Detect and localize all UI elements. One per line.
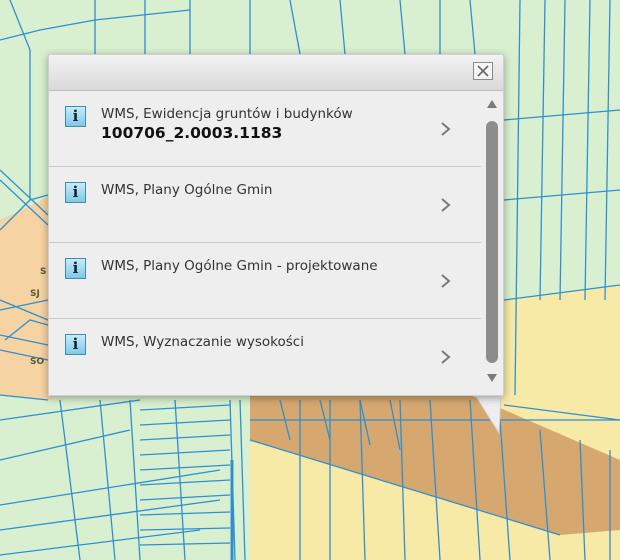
list-item-plany-projektowane[interactable]: i WMS, Plany Ogólne Gmin - projektowane — [49, 243, 481, 319]
map-label-sj: SJ — [30, 289, 40, 299]
chevron-right-icon[interactable] — [439, 197, 451, 213]
map-label-s: S — [40, 267, 46, 277]
popup-pointer — [475, 395, 501, 435]
close-button[interactable] — [473, 62, 493, 80]
popup-header — [49, 55, 503, 91]
scroll-down-icon[interactable] — [486, 373, 498, 383]
info-icon: i — [65, 334, 86, 355]
layer-list[interactable]: i WMS, Ewidencja gruntów i budynków 1007… — [49, 91, 481, 395]
list-item-title: WMS, Ewidencja gruntów i budynków — [101, 106, 353, 122]
scrollbar[interactable] — [481, 91, 503, 395]
list-item-title: WMS, Wyznaczanie wysokości — [101, 334, 304, 350]
list-item-value: 100706_2.0003.1183 — [101, 124, 283, 142]
info-icon: i — [65, 258, 86, 279]
chevron-right-icon[interactable] — [439, 273, 451, 289]
list-item-ewidencja[interactable]: i WMS, Ewidencja gruntów i budynków 1007… — [49, 91, 481, 167]
list-item-wysokosci[interactable]: i WMS, Wyznaczanie wysokości — [49, 319, 481, 395]
close-icon — [477, 65, 489, 77]
list-item-plany-ogolne[interactable]: i WMS, Plany Ogólne Gmin — [49, 167, 481, 243]
list-item-title: WMS, Plany Ogólne Gmin — [101, 182, 273, 198]
info-popup: i WMS, Ewidencja gruntów i budynków 1007… — [48, 54, 504, 396]
chevron-right-icon[interactable] — [439, 121, 451, 137]
info-icon: i — [65, 182, 86, 203]
map-label-so: SO — [30, 357, 44, 367]
scroll-up-icon[interactable] — [486, 99, 498, 109]
map-zone-yellow-right — [504, 285, 620, 420]
info-icon: i — [65, 106, 86, 127]
chevron-right-icon[interactable] — [439, 349, 451, 365]
scrollbar-thumb[interactable] — [486, 121, 498, 363]
list-item-title: WMS, Plany Ogólne Gmin - projektowane — [101, 258, 378, 274]
